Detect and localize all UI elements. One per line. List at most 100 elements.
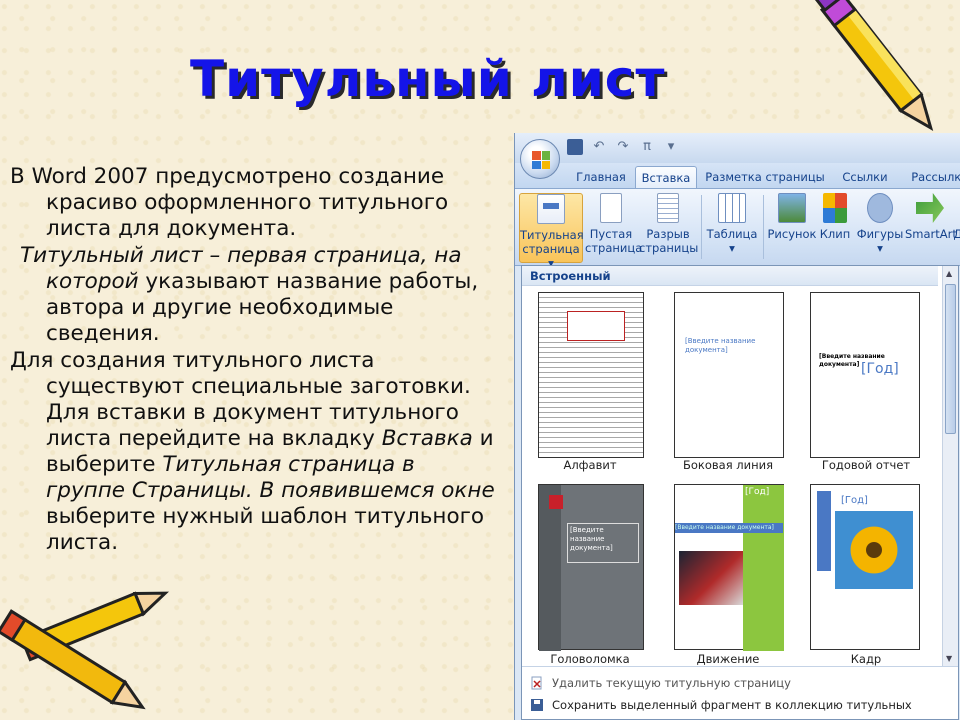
- template-puzzle-thumb[interactable]: [Введите название документа]: [538, 484, 644, 651]
- tab-insert[interactable]: Вставка: [635, 166, 697, 189]
- chart-button-partial[interactable]: Д: [953, 193, 960, 241]
- cover-page-button[interactable]: Титульная страница ▾: [519, 193, 584, 270]
- thumb-title-text: [Введите название документа]: [675, 523, 783, 533]
- thumb-title-text: [Введите название документа]: [685, 337, 765, 355]
- template-alphabet-thumb[interactable]: [538, 292, 644, 458]
- cover-page-label: Титульная страница: [520, 228, 584, 256]
- title-box: [567, 311, 625, 341]
- gallery-scrollbar[interactable]: ▲ ▼: [942, 266, 958, 666]
- thumb-year: [Год]: [745, 487, 770, 497]
- thumb-title-line2: документа]: [685, 346, 728, 354]
- template-sideline-thumb[interactable]: [Введите название документа]: [674, 292, 784, 458]
- tab-mailings[interactable]: Рассылки: [905, 166, 960, 189]
- thumb-title-text: [Введите название документа]: [567, 523, 639, 563]
- thumb-title-line1: [Введите название: [685, 337, 756, 345]
- blank-page-icon: [600, 193, 622, 223]
- clip-button[interactable]: Клип: [817, 193, 853, 241]
- thumb-year: [Год]: [841, 495, 868, 506]
- slide-title: Титульный лист: [190, 50, 666, 108]
- save-icon[interactable]: [567, 139, 583, 155]
- shapes-icon: [867, 193, 893, 223]
- undo-icon[interactable]: ↶: [591, 139, 607, 155]
- pi-icon[interactable]: π: [639, 139, 655, 155]
- paragraph-1: В Word 2007 предусмотрено создание краси…: [10, 164, 500, 242]
- cover-page-gallery: Встроенный ▲ ▼ Алфавит [Введите название…: [521, 265, 959, 720]
- thumb-decor: [817, 491, 831, 571]
- picture-button[interactable]: Рисунок: [767, 193, 817, 241]
- chart-icon: [954, 193, 960, 223]
- page-break-label: Разрыв страницы: [639, 227, 699, 255]
- table-button[interactable]: Таблица ▾: [705, 193, 759, 255]
- save-selection-label: Сохранить выделенный фрагмент в коллекци…: [552, 698, 912, 712]
- remove-page-icon: [531, 676, 542, 690]
- remove-cover-page-item[interactable]: Удалить текущую титульную страницу: [522, 672, 958, 694]
- paragraph-3-italic-insert: Вставка: [381, 426, 473, 451]
- paragraph-3-text-b: и: [472, 426, 494, 451]
- save-to-gallery-icon: [531, 699, 543, 711]
- paragraph-2: Титульный лист – первая страница, на кот…: [10, 243, 500, 347]
- thumb-title-line1: [Введите название: [570, 526, 605, 543]
- chart-label: Д: [954, 227, 960, 241]
- train-photo-icon: [679, 551, 743, 605]
- word-screenshot: ↶ ↷ π ▾ Главная Вставка Разметка страниц…: [514, 133, 960, 720]
- paragraph-3-text-c: выберите нужный шаблон титульного листа.: [46, 504, 485, 555]
- qat-icons: ↶ ↷ π ▾: [567, 139, 679, 155]
- thumb-title-line2: документа]: [570, 544, 613, 552]
- picture-label: Рисунок: [767, 227, 817, 241]
- gallery-header: Встроенный: [522, 266, 938, 286]
- smartart-icon: [916, 193, 944, 223]
- paragraph-1-text: В Word 2007 предусмотрено создание краси…: [10, 164, 449, 241]
- template-label: Кадр: [850, 652, 882, 666]
- template-label: Движение: [696, 652, 760, 666]
- template-motion-thumb[interactable]: [Год] [Введите название документа]: [674, 484, 784, 651]
- thumb-title-line1: [Введите название: [819, 353, 885, 360]
- blank-page-label: Пустая страница: [585, 227, 643, 255]
- shapes-label: Фигуры: [856, 227, 904, 241]
- smartart-button[interactable]: SmartArt: [905, 193, 957, 241]
- template-label: Головоломка: [550, 652, 630, 666]
- tab-page-layout[interactable]: Разметка страницы: [705, 166, 825, 189]
- pencils-bottom-left-icon: [0, 591, 170, 710]
- sunflower-photo-icon: [835, 511, 913, 589]
- template-label: Годовой отчет: [821, 458, 911, 472]
- thumb-title-line2: документа]: [819, 361, 860, 368]
- paragraph-3: Для создания титульного листа существуют…: [10, 348, 500, 556]
- chevron-down-icon[interactable]: ▾: [663, 139, 679, 155]
- thumb-year: [Год]: [861, 361, 899, 377]
- ribbon-separator: [701, 195, 702, 259]
- ribbon: Титульная страница ▾ Пустая страница Раз…: [515, 188, 960, 270]
- pencil-top-right-icon: [812, 0, 934, 132]
- template-label: Алфавит: [563, 458, 617, 472]
- blank-page-button[interactable]: Пустая страница: [585, 193, 642, 255]
- tab-home[interactable]: Главная: [567, 166, 635, 189]
- table-label: Таблица: [706, 227, 758, 241]
- picture-icon: [778, 193, 806, 223]
- ribbon-separator: [763, 195, 764, 259]
- thumb-decor: [549, 495, 563, 509]
- save-selection-item[interactable]: Сохранить выделенный фрагмент в коллекци…: [522, 694, 958, 716]
- thumb-decor: [743, 485, 784, 651]
- shapes-button[interactable]: Фигуры ▾: [855, 193, 905, 255]
- clip-label: Клип: [819, 227, 851, 241]
- office-button[interactable]: [520, 139, 560, 179]
- thumb-decor: [539, 485, 561, 651]
- template-annual-report-thumb[interactable]: [Введите название документа] [Год]: [810, 292, 920, 458]
- scroll-up-icon[interactable]: ▲: [946, 269, 952, 278]
- ribbon-tabs: Главная Вставка Разметка страницы Ссылки…: [515, 163, 960, 189]
- office-logo-icon: [532, 151, 550, 169]
- quick-access-toolbar: ↶ ↷ π ▾: [515, 133, 960, 163]
- page-break-icon: [657, 193, 679, 223]
- cover-page-icon: [537, 194, 565, 224]
- menu-separator: [522, 666, 958, 667]
- smartart-label: SmartArt: [905, 227, 957, 241]
- scroll-down-icon[interactable]: ▼: [946, 654, 952, 663]
- template-frame-thumb[interactable]: [Год]: [810, 484, 920, 650]
- scroll-thumb[interactable]: [945, 284, 956, 434]
- page-break-button[interactable]: Разрыв страницы: [639, 193, 699, 255]
- table-icon: [718, 193, 746, 223]
- clip-art-icon: [823, 193, 847, 223]
- tab-references[interactable]: Ссылки: [833, 166, 897, 189]
- remove-cover-page-label: Удалить текущую титульную страницу: [552, 676, 791, 690]
- paragraph-3-bold: выберите: [46, 452, 156, 477]
- redo-icon[interactable]: ↷: [615, 139, 631, 155]
